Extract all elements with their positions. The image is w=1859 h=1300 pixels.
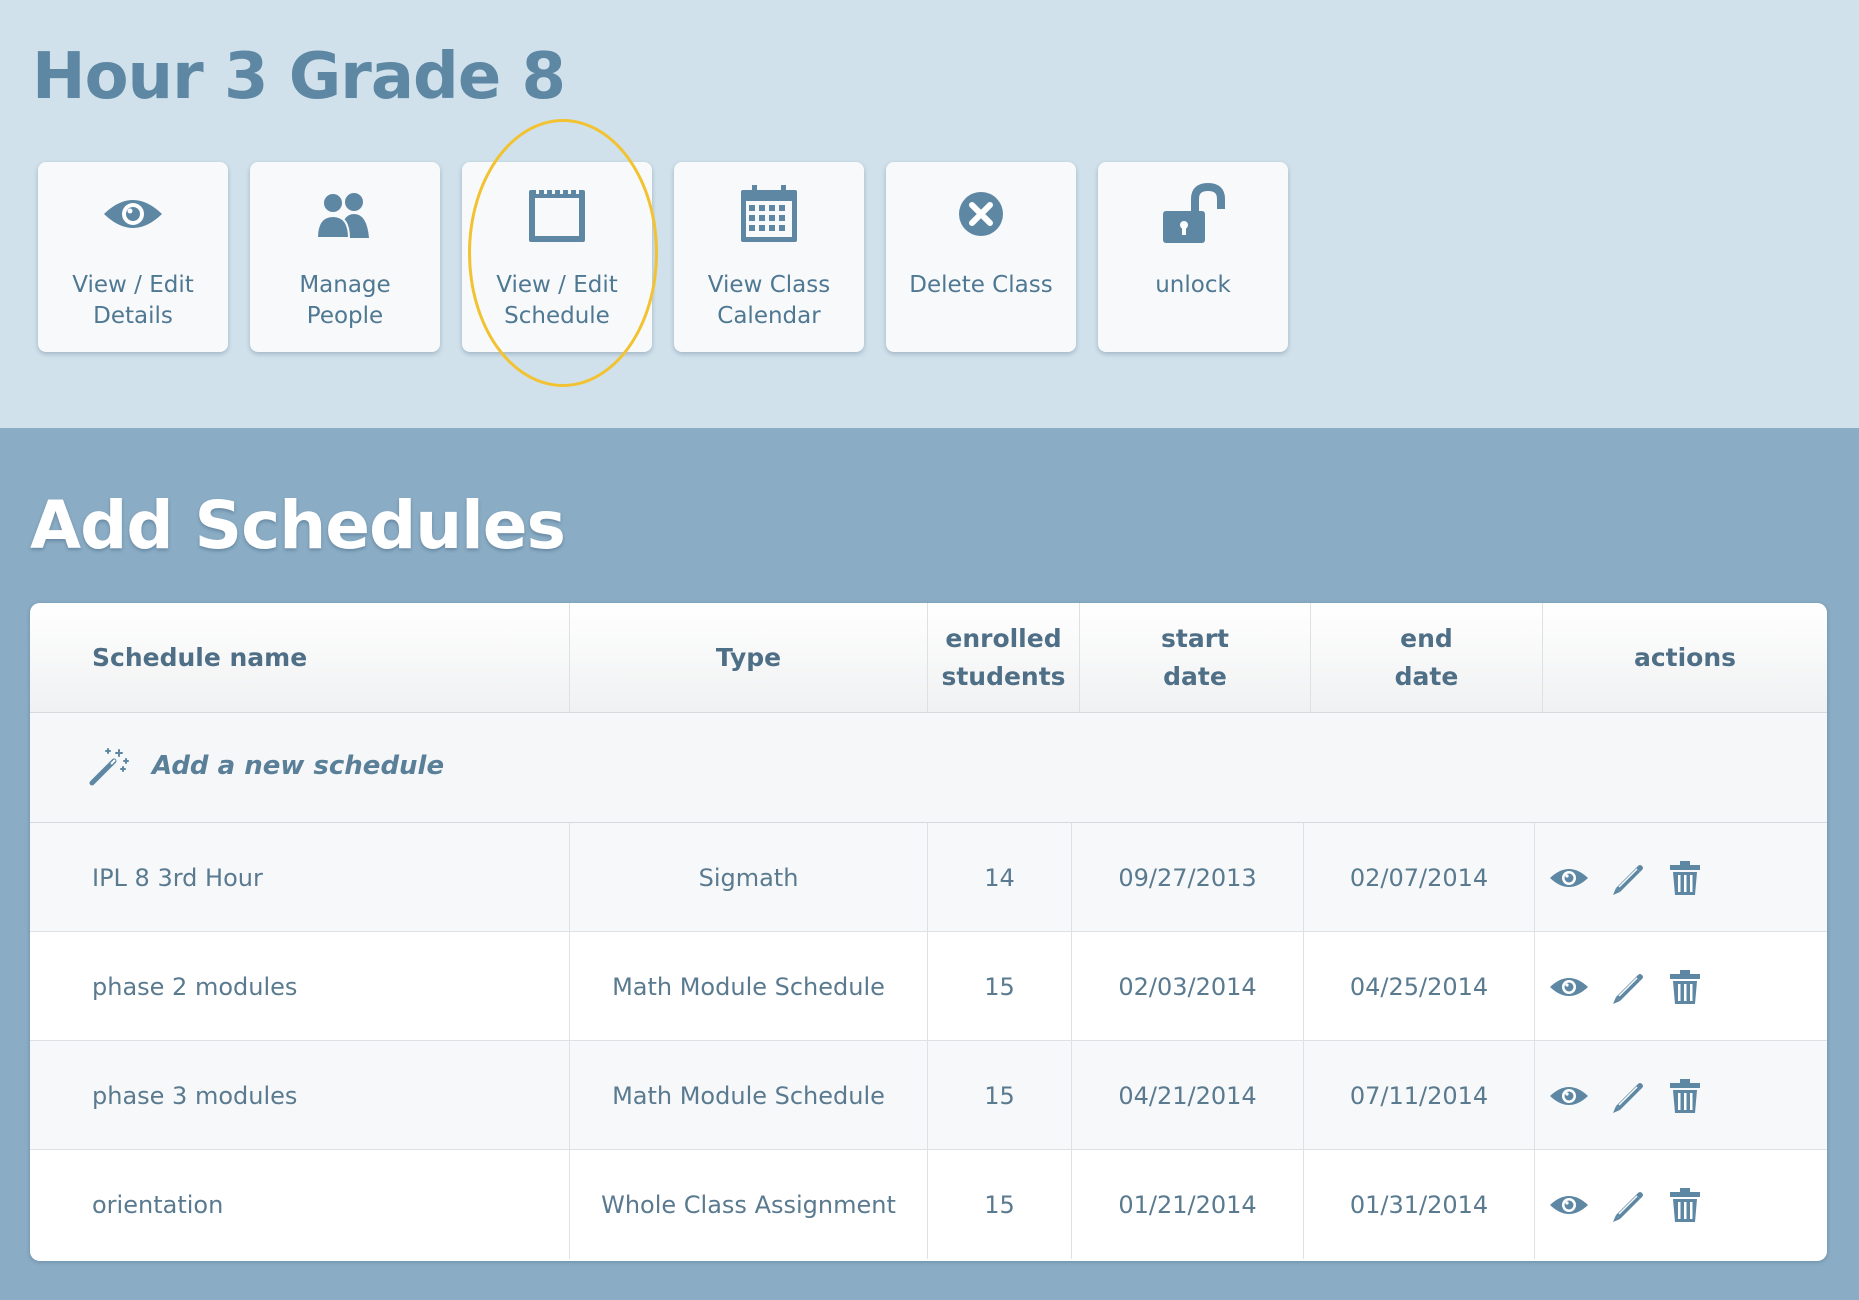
column-header: actions bbox=[1633, 643, 1737, 672]
people-icon bbox=[250, 182, 440, 246]
magic-wand-icon bbox=[88, 747, 130, 791]
start-date-cell: 01/21/2014 bbox=[1072, 1150, 1304, 1259]
enrolled-cell: 15 bbox=[928, 932, 1072, 1041]
tile-label: Manage People bbox=[299, 272, 391, 329]
column-header[interactable]: Type bbox=[570, 603, 928, 713]
delete-icon[interactable] bbox=[1665, 967, 1705, 1007]
delete-icon[interactable] bbox=[1665, 1076, 1705, 1116]
table-header: Schedule name Type enrolled students sta… bbox=[30, 603, 1827, 713]
start-date-cell: 02/03/2014 bbox=[1072, 932, 1304, 1041]
column-header[interactable]: end date bbox=[1311, 603, 1543, 713]
actions-cell bbox=[1535, 932, 1827, 1041]
end-date-cell: 07/11/2014 bbox=[1304, 1041, 1535, 1150]
end-date-cell: 02/07/2014 bbox=[1304, 823, 1535, 932]
section-title: Add Schedules bbox=[30, 487, 566, 564]
schedules-table: Schedule name Type enrolled students sta… bbox=[30, 603, 1827, 1261]
column-header[interactable]: Schedule name bbox=[30, 603, 570, 713]
actions-cell bbox=[1535, 1150, 1827, 1259]
view-icon[interactable] bbox=[1549, 967, 1589, 1007]
page-title: Hour 3 Grade 8 bbox=[32, 40, 566, 114]
eye-icon bbox=[38, 182, 228, 246]
column-header[interactable]: enrolled students bbox=[928, 603, 1080, 713]
type-cell: Math Module Schedule bbox=[570, 932, 928, 1041]
schedule-name-cell: IPL 8 3rd Hour bbox=[30, 823, 570, 932]
type-cell: Sigmath bbox=[570, 823, 928, 932]
enrolled-cell: 15 bbox=[928, 1150, 1072, 1259]
actions-cell bbox=[1535, 823, 1827, 932]
end-date-cell: 01/31/2014 bbox=[1304, 1150, 1535, 1259]
schedule-name-cell: phase 3 modules bbox=[30, 1041, 570, 1150]
delete-icon[interactable] bbox=[1665, 858, 1705, 898]
actions-cell bbox=[1535, 1041, 1827, 1150]
tile-label: Delete Class bbox=[909, 272, 1053, 298]
type-cell: Math Module Schedule bbox=[570, 1041, 928, 1150]
table-row: phase 3 modules Math Module Schedule 15 … bbox=[30, 1041, 1827, 1150]
edit-icon[interactable] bbox=[1607, 1076, 1647, 1116]
calendar-icon bbox=[674, 182, 864, 246]
column-header[interactable]: start date bbox=[1080, 603, 1311, 713]
type-cell: Whole Class Assignment bbox=[570, 1150, 928, 1259]
view-class-calendar-button[interactable]: View Class Calendar bbox=[674, 162, 864, 352]
tile-label: View / Edit Schedule bbox=[496, 272, 618, 329]
table-row: orientation Whole Class Assignment 15 01… bbox=[30, 1150, 1827, 1259]
start-date-cell: 04/21/2014 bbox=[1072, 1041, 1304, 1150]
notepad-icon bbox=[462, 182, 652, 246]
add-schedule-row[interactable]: Add a new schedule bbox=[30, 713, 1827, 823]
edit-icon[interactable] bbox=[1607, 858, 1647, 898]
view-icon[interactable] bbox=[1549, 1076, 1589, 1116]
add-schedule-link[interactable]: Add a new schedule bbox=[152, 751, 444, 781]
end-date-cell: 04/25/2014 bbox=[1304, 932, 1535, 1041]
schedule-name-cell: phase 2 modules bbox=[30, 932, 570, 1041]
unlock-button[interactable]: unlock bbox=[1098, 162, 1288, 352]
unlock-icon bbox=[1098, 182, 1288, 246]
delete-icon[interactable] bbox=[1665, 1185, 1705, 1225]
table-row: phase 2 modules Math Module Schedule 15 … bbox=[30, 932, 1827, 1041]
view-icon[interactable] bbox=[1549, 1185, 1589, 1225]
schedule-name-cell: orientation bbox=[30, 1150, 570, 1259]
delete-class-button[interactable]: Delete Class bbox=[886, 162, 1076, 352]
tile-label: View / Edit Details bbox=[72, 272, 194, 329]
view-icon[interactable] bbox=[1549, 858, 1589, 898]
table-row: IPL 8 3rd Hour Sigmath 14 09/27/2013 02/… bbox=[30, 823, 1827, 932]
edit-icon[interactable] bbox=[1607, 967, 1647, 1007]
view-edit-details-button[interactable]: View / Edit Details bbox=[38, 162, 228, 352]
edit-icon[interactable] bbox=[1607, 1185, 1647, 1225]
circle-x-icon bbox=[886, 182, 1076, 246]
tile-label: unlock bbox=[1155, 272, 1231, 298]
enrolled-cell: 15 bbox=[928, 1041, 1072, 1150]
tile-label: View Class Calendar bbox=[707, 272, 831, 329]
start-date-cell: 09/27/2013 bbox=[1072, 823, 1304, 932]
view-edit-schedule-button[interactable]: View / Edit Schedule bbox=[462, 162, 652, 352]
enrolled-cell: 14 bbox=[928, 823, 1072, 932]
manage-people-button[interactable]: Manage People bbox=[250, 162, 440, 352]
class-header-panel: Hour 3 Grade 8 View / Edit Details Manag… bbox=[0, 0, 1859, 428]
